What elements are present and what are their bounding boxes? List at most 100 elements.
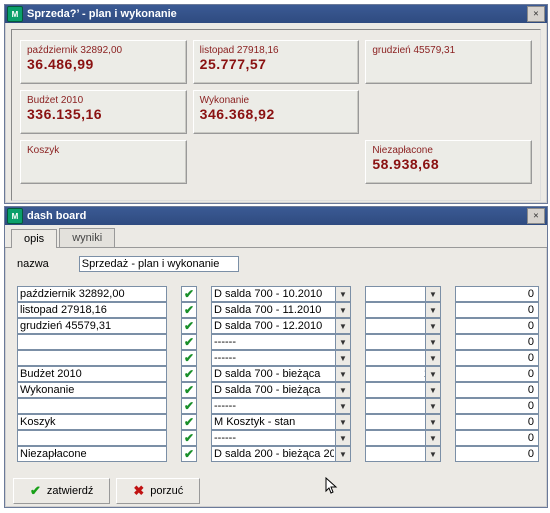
row-source-combo[interactable]: ▼ [211,334,351,350]
row-name-input[interactable] [17,302,167,318]
row-name-input[interactable] [17,430,167,446]
row-source-combo[interactable]: ▼ [211,382,351,398]
row-zero-input[interactable] [455,398,539,414]
tab-opis[interactable]: opis [11,229,57,248]
chevron-down-icon[interactable]: ▼ [425,398,441,414]
dashboard-tile: Niezapłacone58.938,68 [365,140,532,184]
chevron-down-icon[interactable]: ▼ [425,414,441,430]
x-icon: ✖ [133,483,144,499]
chevron-down-icon[interactable]: ▼ [335,382,351,398]
row-name-input[interactable] [17,382,167,398]
row-checkbox[interactable]: ✔ [181,414,197,430]
row-zero-input[interactable] [455,382,539,398]
chevron-down-icon[interactable]: ▼ [425,382,441,398]
row-checkbox[interactable]: ✔ [181,398,197,414]
close-button-bottom[interactable]: ✕ [527,208,545,224]
chevron-down-icon[interactable]: ▼ [335,446,351,462]
row-number-combo[interactable]: ▼ [365,350,441,366]
chevron-down-icon[interactable]: ▼ [335,286,351,302]
row-zero-input[interactable] [455,334,539,350]
cancel-button[interactable]: ✖ porzuć [116,478,200,504]
row-source-input[interactable] [211,334,351,350]
row-zero-input[interactable] [455,366,539,382]
row-source-input[interactable] [211,446,351,462]
row-source-input[interactable] [211,398,351,414]
row-source-combo[interactable]: ▼ [211,446,351,462]
row-zero-input[interactable] [455,430,539,446]
row-number-combo[interactable]: ▼ [365,382,441,398]
chevron-down-icon[interactable]: ▼ [425,286,441,302]
row-source-input[interactable] [211,318,351,334]
row-name-input[interactable] [17,414,167,430]
row-checkbox[interactable]: ✔ [181,350,197,366]
confirm-button[interactable]: ✔ zatwierdź [13,478,110,504]
chevron-down-icon[interactable]: ▼ [425,302,441,318]
row-checkbox[interactable]: ✔ [181,382,197,398]
row-name-input[interactable] [17,334,167,350]
row-source-input[interactable] [211,350,351,366]
row-checkbox[interactable]: ✔ [181,286,197,302]
chevron-down-icon[interactable]: ▼ [425,350,441,366]
row-checkbox[interactable]: ✔ [181,446,197,462]
row-source-combo[interactable]: ▼ [211,398,351,414]
row-number-combo[interactable]: ▼ [365,366,441,382]
chevron-down-icon[interactable]: ▼ [335,366,351,382]
row-checkbox[interactable]: ✔ [181,430,197,446]
row-name-input[interactable] [17,398,167,414]
row-source-combo[interactable]: ▼ [211,318,351,334]
row-name-input[interactable] [17,286,167,302]
row-source-input[interactable] [211,382,351,398]
app-icon: M [7,208,23,224]
row-zero-input[interactable] [455,350,539,366]
row-zero-input[interactable] [455,446,539,462]
chevron-down-icon[interactable]: ▼ [335,398,351,414]
row-source-input[interactable] [211,366,351,382]
row-name-input[interactable] [17,446,167,462]
chevron-down-icon[interactable]: ▼ [335,350,351,366]
chevron-down-icon[interactable]: ▼ [425,318,441,334]
row-source-combo[interactable]: ▼ [211,430,351,446]
row-source-combo[interactable]: ▼ [211,366,351,382]
chevron-down-icon[interactable]: ▼ [335,302,351,318]
row-source-combo[interactable]: ▼ [211,414,351,430]
row-name-input[interactable] [17,350,167,366]
row-number-combo[interactable]: ▼ [365,302,441,318]
row-zero-input[interactable] [455,302,539,318]
close-button-top[interactable]: ✕ [527,6,545,22]
row-source-combo[interactable]: ▼ [211,350,351,366]
row-source-combo[interactable]: ▼ [211,302,351,318]
chevron-down-icon[interactable]: ▼ [335,414,351,430]
row-zero-input[interactable] [455,414,539,430]
chevron-down-icon[interactable]: ▼ [425,366,441,382]
row-checkbox[interactable]: ✔ [181,334,197,350]
row-number-combo[interactable]: ▼ [365,398,441,414]
input-nazwa[interactable] [79,256,239,272]
row-number-combo[interactable]: ▼ [365,414,441,430]
row-source-input[interactable] [211,302,351,318]
row-name-input[interactable] [17,366,167,382]
chevron-down-icon[interactable]: ▼ [335,334,351,350]
chevron-down-icon[interactable]: ▼ [335,430,351,446]
row-checkbox[interactable]: ✔ [181,302,197,318]
row-name-input[interactable] [17,318,167,334]
row-number-combo[interactable]: ▼ [365,430,441,446]
row-checkbox[interactable]: ✔ [181,318,197,334]
row-number-combo[interactable]: ▼ [365,286,441,302]
row-source-input[interactable] [211,286,351,302]
row-source-input[interactable] [211,414,351,430]
row-number-combo[interactable]: ▼ [365,446,441,462]
chevron-down-icon[interactable]: ▼ [425,334,441,350]
tab-wyniki[interactable]: wyniki [59,228,115,247]
row-number-combo[interactable]: ▼ [365,318,441,334]
chevron-down-icon[interactable]: ▼ [335,318,351,334]
row-checkbox[interactable]: ✔ [181,366,197,382]
chevron-down-icon[interactable]: ▼ [425,430,441,446]
row-source-combo[interactable]: ▼ [211,286,351,302]
row-number-combo[interactable]: ▼ [365,334,441,350]
titlebar-bottom: M dash board ✕ [5,207,547,225]
tile-caption: Budżet 2010 [27,95,180,106]
row-zero-input[interactable] [455,286,539,302]
row-source-input[interactable] [211,430,351,446]
chevron-down-icon[interactable]: ▼ [425,446,441,462]
row-zero-input[interactable] [455,318,539,334]
